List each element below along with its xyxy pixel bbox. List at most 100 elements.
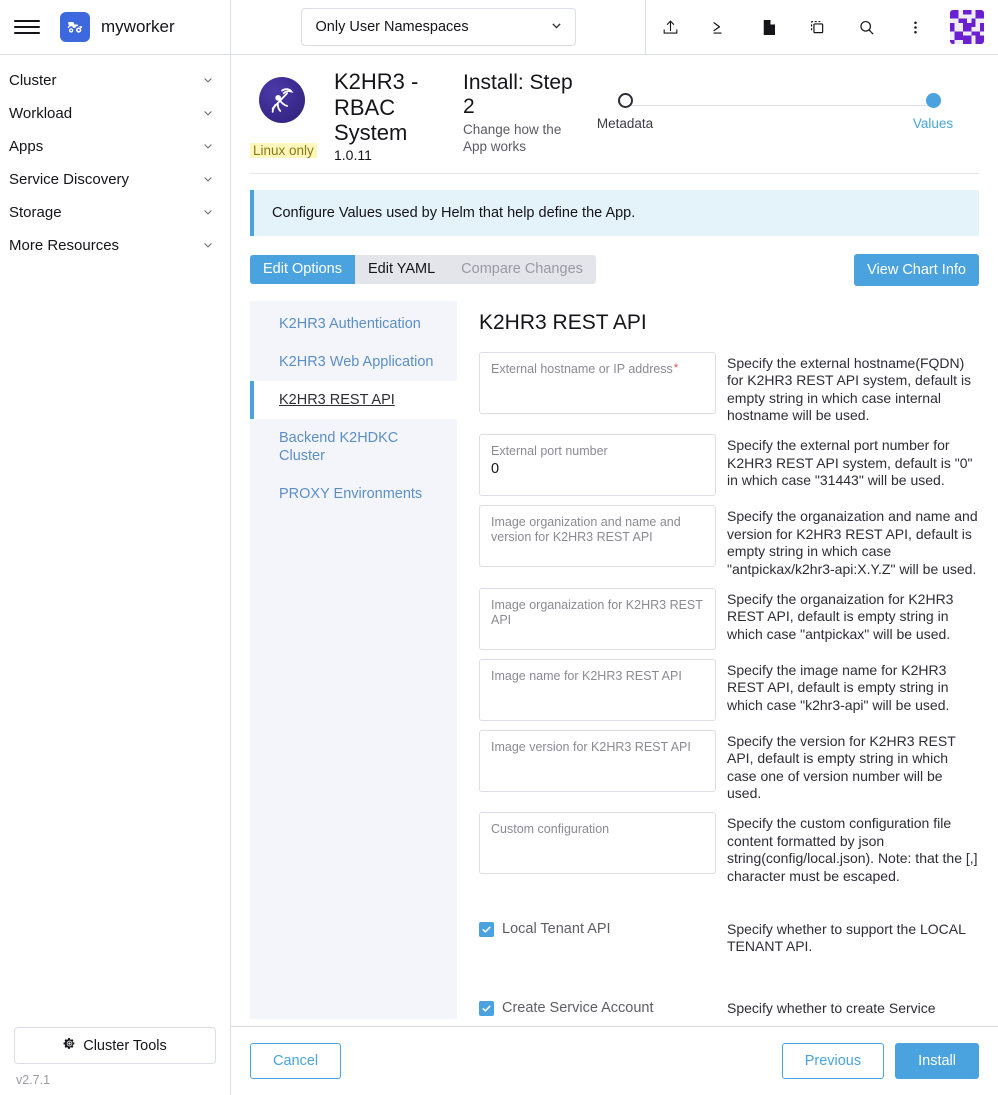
chevron-down-icon (202, 173, 214, 187)
main-scroll-area: Linux only K2HR3 - RBAC System 1.0.11 In… (231, 55, 998, 1026)
cancel-button[interactable]: Cancel (250, 1042, 342, 1080)
tab-edit-yaml[interactable]: Edit YAML (355, 255, 448, 284)
cluster-tools-button[interactable]: Cluster Tools (14, 1027, 216, 1064)
custom-configuration-input[interactable]: Custom configuration (479, 812, 716, 875)
os-badge: Linux only (250, 143, 317, 158)
field-description: Specify the organaization for K2HR3 REST… (727, 590, 954, 642)
form-section-title: K2HR3 REST API (479, 310, 647, 334)
step-values[interactable]: Values (887, 93, 979, 131)
input-label: Image version for K2HR3 REST API (491, 739, 691, 754)
field-image-name: Image name for K2HR3 REST API Specify th… (479, 658, 979, 721)
local-tenant-api-checkbox[interactable] (479, 921, 494, 937)
sidebar-item-label: Service Discovery (9, 171, 130, 188)
brand-name: myworker (101, 17, 175, 36)
field-control: Create Service Account (479, 974, 716, 1019)
field-control: External port number 0 (479, 434, 716, 497)
field-description: Specify the organaization and name and v… (727, 508, 978, 577)
chevron-down-icon (202, 239, 214, 253)
tab-edit-options[interactable]: Edit Options (250, 255, 355, 285)
app-title-block: K2HR3 - RBAC System 1.0.11 (334, 67, 439, 163)
sidebar-item-storage[interactable]: Storage (0, 196, 230, 229)
values-form: K2HR3 Authentication K2HR3 Web Applicati… (250, 300, 979, 1019)
step-metadata[interactable]: Metadata (579, 93, 671, 131)
tab-compare-changes[interactable]: Compare Changes (448, 255, 596, 284)
section-nav-k2hr3-web-application[interactable]: K2HR3 Web Application (250, 343, 457, 381)
hamburger-menu-icon[interactable] (14, 14, 40, 40)
avatar[interactable] (950, 10, 984, 44)
field-control: Custom configuration (479, 812, 716, 886)
input-label: External port number (491, 444, 608, 459)
rancher-tractor-logo-icon[interactable] (60, 12, 90, 42)
editor-tabs-row: Edit Options Edit YAML Compare Changes V… (250, 253, 979, 286)
field-image-organization: Image organaization for K2HR3 REST API S… (479, 587, 979, 650)
install-stepper: Metadata Values (579, 67, 979, 131)
input-value: 0 (491, 461, 500, 478)
kubectl-shell-icon[interactable] (695, 0, 744, 55)
input-label: Image name for K2HR3 REST API (491, 668, 682, 683)
namespace-filter-dropdown[interactable]: Only User Namespaces (300, 8, 576, 46)
sidebar-item-more-resources[interactable]: More Resources (0, 229, 230, 262)
section-nav-k2hr3-rest-api[interactable]: K2HR3 REST API (250, 380, 457, 419)
input-label-text: External hostname or IP address (491, 361, 673, 376)
image-name-input[interactable]: Image name for K2HR3 REST API (479, 658, 716, 721)
create-service-account-checkbox[interactable] (479, 1000, 494, 1016)
sidebar-item-service-discovery[interactable]: Service Discovery (0, 163, 230, 196)
app-root: myworker Only User Namespaces Cluster Wo… (0, 0, 998, 1095)
overflow-menu-icon[interactable] (891, 0, 940, 55)
input-label: Image organization and name and version … (491, 515, 681, 545)
section-nav-backend-k2hdkc-cluster[interactable]: Backend K2HDKC Cluster (250, 419, 457, 475)
info-banner: Configure Values used by Helm that help … (250, 189, 979, 236)
field-control: Image organaization for K2HR3 REST API (479, 587, 716, 650)
external-port-input[interactable]: External port number 0 (479, 434, 716, 497)
image-organization-input[interactable]: Image organaization for K2HR3 REST API (479, 587, 716, 650)
sidebar-item-apps[interactable]: Apps (0, 130, 230, 163)
step-subtitle: Change how the App works (463, 122, 562, 154)
install-button[interactable]: Install (895, 1042, 979, 1080)
top-bar-actions (645, 0, 998, 54)
body: Cluster Workload Apps Service Discovery … (0, 55, 998, 1095)
checkbox-label[interactable]: Create Service Account (502, 1000, 654, 1016)
field-control: Image version for K2HR3 REST API (479, 729, 716, 804)
input-label: Image organaization for K2HR3 REST API (491, 597, 703, 627)
field-image-full-ref: Image organization and name and version … (479, 505, 979, 579)
k2hr3-pickaxe-logo-icon (259, 77, 305, 123)
view-chart-info-button[interactable]: View Chart Info (854, 253, 979, 286)
field-external-port: External port number 0 Specify the exter… (479, 434, 979, 497)
import-yaml-icon[interactable] (646, 0, 695, 55)
namespace-filter-value: Only User Namespaces (315, 19, 469, 35)
required-marker: * (673, 361, 679, 374)
external-hostname-input[interactable]: External hostname or IP address* (479, 351, 716, 414)
chevron-down-icon (202, 140, 214, 154)
field-description: Specify the external hostname(FQDN) for … (727, 354, 972, 424)
kubeconfig-file-icon[interactable] (744, 0, 793, 55)
stepper-steps: Metadata Values (579, 93, 979, 131)
version-label: v2.7.1 (16, 1073, 51, 1087)
sidebar-item-cluster[interactable]: Cluster (0, 64, 230, 97)
input-label: External hostname or IP address* (491, 362, 704, 377)
field-custom-configuration: Custom configuration Specify the custom … (479, 812, 979, 886)
chevron-down-icon (202, 74, 214, 88)
copy-kubeconfig-icon[interactable] (793, 0, 842, 55)
gear-icon (63, 1037, 76, 1054)
section-nav-proxy-environments[interactable]: PROXY Environments (250, 475, 457, 513)
section-nav-k2hr3-authentication[interactable]: K2HR3 Authentication (250, 305, 457, 343)
checkbox-label[interactable]: Local Tenant API (502, 921, 611, 937)
info-banner-text: Configure Values used by Helm that help … (272, 204, 636, 221)
search-icon[interactable] (842, 0, 891, 55)
field-control: Image name for K2HR3 REST API (479, 658, 716, 721)
field-description: Specify the external port number for K2H… (727, 437, 973, 489)
field-create-service-account: Create Service Account Specify whether t… (479, 974, 979, 1019)
app-version: 1.0.11 (334, 146, 372, 163)
top-bar-left: myworker (0, 0, 231, 54)
top-bar: myworker Only User Namespaces (0, 0, 998, 55)
sidebar-item-label: Workload (9, 105, 73, 122)
step-dot-inactive-icon (617, 93, 633, 108)
previous-button[interactable]: Previous (781, 1042, 885, 1080)
image-version-input[interactable]: Image version for K2HR3 REST API (479, 729, 716, 792)
editor-tabs: Edit Options Edit YAML Compare Changes (250, 255, 596, 285)
image-full-ref-input[interactable]: Image organization and name and version … (479, 505, 716, 568)
sidebar-item-workload[interactable]: Workload (0, 97, 230, 130)
sidebar-footer: Cluster Tools v2.7.1 (0, 1027, 230, 1095)
field-local-tenant-api: Local Tenant API Specify whether to supp… (479, 895, 979, 956)
values-section-nav: K2HR3 Authentication K2HR3 Web Applicati… (250, 300, 457, 1019)
